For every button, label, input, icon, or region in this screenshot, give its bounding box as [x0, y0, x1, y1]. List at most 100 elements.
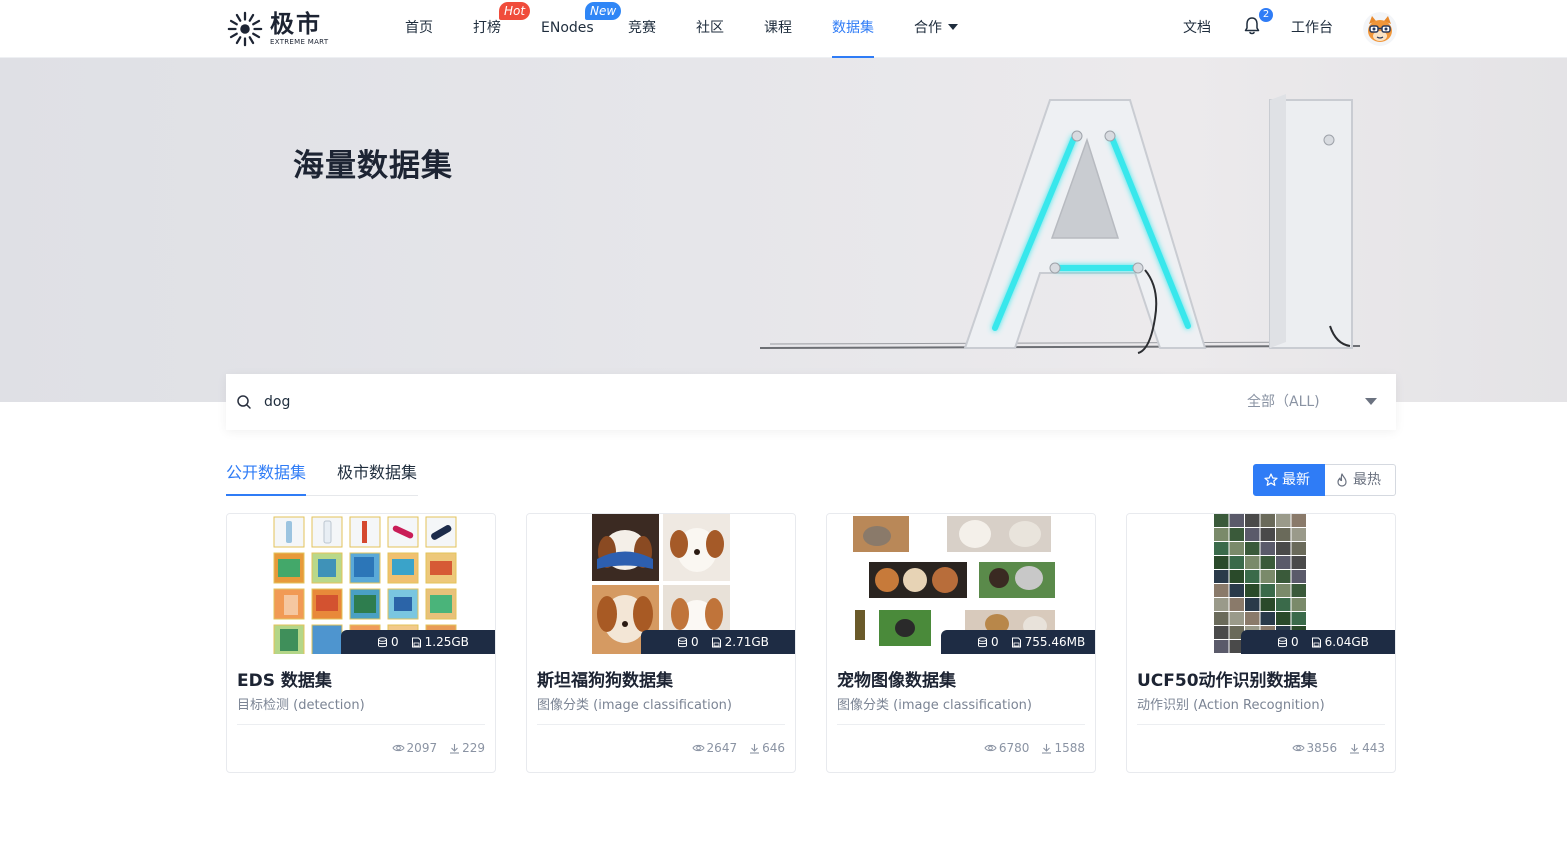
nav-docs-label: 文档 — [1183, 20, 1211, 36]
video-frame-tile — [1229, 612, 1244, 625]
card-divider — [837, 724, 1085, 725]
flame-icon — [1337, 473, 1347, 487]
video-frame-tile — [1214, 514, 1229, 527]
eye-icon — [691, 744, 705, 752]
video-frame-tile — [1229, 584, 1244, 597]
new-badge: New — [585, 2, 622, 20]
dataset-title[interactable]: 宠物图像数据集 — [837, 666, 956, 691]
nav-enodes-label: ENodes — [541, 20, 594, 36]
dataset-category: 动作识别 (Action Recognition) — [1137, 698, 1325, 713]
nav-workbench[interactable]: 工作台 — [1291, 0, 1333, 58]
dataset-stats-bar: 0 2.71GB — [641, 630, 795, 654]
dataset-version-count: 0 — [1291, 635, 1299, 649]
search-input[interactable] — [264, 388, 1164, 416]
video-frame-tile — [1260, 598, 1275, 611]
dataset-size: 1.25GB — [424, 635, 469, 649]
video-frame-tile — [1260, 528, 1275, 541]
video-frame-tile — [1291, 598, 1306, 611]
video-frame-tile — [1214, 598, 1229, 611]
dataset-version-count: 0 — [991, 635, 999, 649]
eye-icon — [1291, 744, 1305, 752]
dataset-card[interactable]: 0 6.04GB UCF50动作识别数据集 动作识别 (Action Recog… — [1126, 513, 1396, 773]
nav-community-label: 社区 — [696, 20, 724, 36]
caret-down-icon[interactable] — [1365, 398, 1377, 405]
video-frame-tile — [1245, 570, 1260, 583]
video-frame-tile — [1291, 542, 1306, 555]
nav-home-label: 首页 — [405, 20, 433, 36]
video-frame-tile — [1276, 542, 1291, 555]
database-icon — [1278, 636, 1287, 647]
bell-icon[interactable] — [1243, 16, 1261, 36]
dataset-views: 3856 — [1306, 741, 1338, 755]
video-frame-tile — [1214, 640, 1229, 653]
sort-newest-button[interactable]: 最新 — [1253, 464, 1325, 496]
eye-icon — [391, 744, 405, 752]
dataset-title[interactable]: EDS 数据集 — [237, 666, 332, 691]
video-frame-tile — [1260, 514, 1275, 527]
dataset-card[interactable]: 0 2.71GB 斯坦福狗狗数据集 图像分类 (image classifica… — [526, 513, 796, 773]
nav-partner[interactable]: 合作 — [914, 0, 958, 58]
neon-ai-sign-illustration — [759, 94, 1361, 354]
video-frame-tile — [1276, 528, 1291, 541]
dataset-size: 755.46MB — [1024, 635, 1086, 649]
user-avatar[interactable] — [1363, 12, 1397, 46]
nav-rank[interactable]: 打榜 Hot — [473, 0, 531, 58]
dataset-stats-bar: 0 6.04GB — [1241, 630, 1395, 654]
dataset-category: 图像分类 (image classification) — [837, 698, 1032, 713]
nav-dataset[interactable]: 数据集 — [832, 0, 874, 58]
video-frame-tile — [1229, 514, 1244, 527]
dataset-downloads: 443 — [1362, 741, 1385, 755]
nav-enodes[interactable]: ENodes New — [541, 0, 622, 58]
nav-course[interactable]: 课程 — [764, 0, 792, 58]
dataset-card[interactable]: 0 755.46MB 宠物图像数据集 图像分类 (image classific… — [826, 513, 1096, 773]
video-frame-tile — [1260, 556, 1275, 569]
nav-docs[interactable]: 文档 — [1183, 0, 1211, 58]
dataset-downloads: 1588 — [1054, 741, 1085, 755]
tab-public-datasets[interactable]: 公开数据集 — [226, 458, 306, 496]
video-frame-tile — [1214, 612, 1229, 625]
card-divider — [237, 724, 485, 725]
video-frame-tile — [1245, 514, 1260, 527]
tab-mart-datasets[interactable]: 极市数据集 — [337, 458, 417, 496]
logo-sunburst-icon — [227, 11, 263, 47]
database-icon — [378, 636, 387, 647]
dataset-metrics: 3856 443 — [1291, 741, 1385, 755]
video-frame-tile — [1245, 598, 1260, 611]
video-frame-tile — [1214, 570, 1229, 583]
brand-name-cn: 极市 — [270, 10, 322, 38]
dataset-views: 6780 — [998, 741, 1030, 755]
brand-name-en: EXTREME MART — [270, 38, 329, 46]
sort-newest-label: 最新 — [1282, 472, 1310, 488]
dataset-title[interactable]: 斯坦福狗狗数据集 — [537, 666, 673, 691]
nav-home[interactable]: 首页 — [405, 0, 433, 58]
nav-partner-label: 合作 — [914, 20, 942, 36]
dataset-title[interactable]: UCF50动作识别数据集 — [1137, 666, 1318, 691]
eye-icon — [984, 744, 997, 752]
brand-logo[interactable]: 极市 EXTREME MART — [226, 9, 328, 49]
database-icon — [678, 636, 687, 647]
dataset-version-count: 0 — [391, 635, 399, 649]
video-frame-tile — [1291, 570, 1306, 583]
video-frame-tile — [1214, 528, 1229, 541]
sort-toggle: 最新 最热 — [1253, 464, 1396, 496]
dataset-metrics: 2097 229 — [391, 741, 485, 755]
video-frame-tile — [1276, 598, 1291, 611]
video-frame-tile — [1260, 612, 1275, 625]
dataset-downloads: 646 — [762, 741, 785, 755]
video-frame-tile — [1245, 528, 1260, 541]
download-icon — [750, 743, 760, 754]
nav-workbench-label: 工作台 — [1291, 20, 1333, 36]
notification-count-badge: 2 — [1259, 8, 1273, 22]
star-icon — [1264, 473, 1278, 486]
sort-hottest-button[interactable]: 最热 — [1325, 464, 1396, 496]
video-frame-tile — [1291, 612, 1306, 625]
nav-community[interactable]: 社区 — [696, 0, 724, 58]
download-icon — [1350, 743, 1360, 754]
card-divider — [537, 724, 785, 725]
dataset-views: 2647 — [706, 741, 738, 755]
dataset-card[interactable]: 0 1.25GB EDS 数据集 目标检测 (detection) 2097 2… — [226, 513, 496, 773]
video-frame-tile — [1291, 514, 1306, 527]
hero-banner: 海量数据集 — [0, 58, 1567, 402]
video-frame-tile — [1276, 612, 1291, 625]
nav-contest[interactable]: 竞赛 — [628, 0, 656, 58]
